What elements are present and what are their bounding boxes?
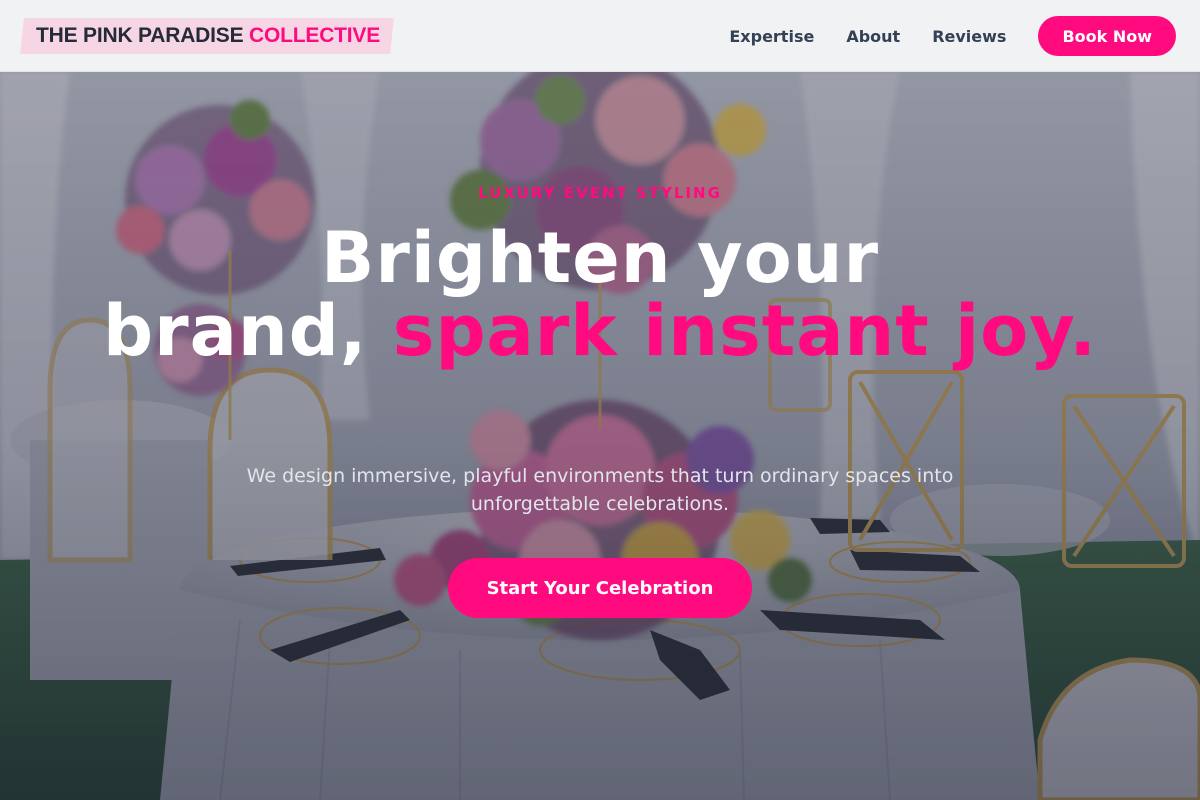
headline-line-2: brand,: [103, 290, 393, 372]
headline-accent: spark instant joy.: [392, 290, 1097, 372]
hero-eyebrow: LUXURY EVENT STYLING: [478, 184, 722, 202]
headline-line-1: Brighten your: [320, 217, 880, 299]
hero-headline: Brighten your brand, spark instant joy.: [100, 222, 1100, 368]
hero-section: LUXURY EVENT STYLING Brighten your brand…: [0, 0, 1200, 800]
start-celebration-button[interactable]: Start Your Celebration: [448, 558, 752, 618]
hero-subhead: We design immersive, playful environment…: [246, 465, 954, 515]
